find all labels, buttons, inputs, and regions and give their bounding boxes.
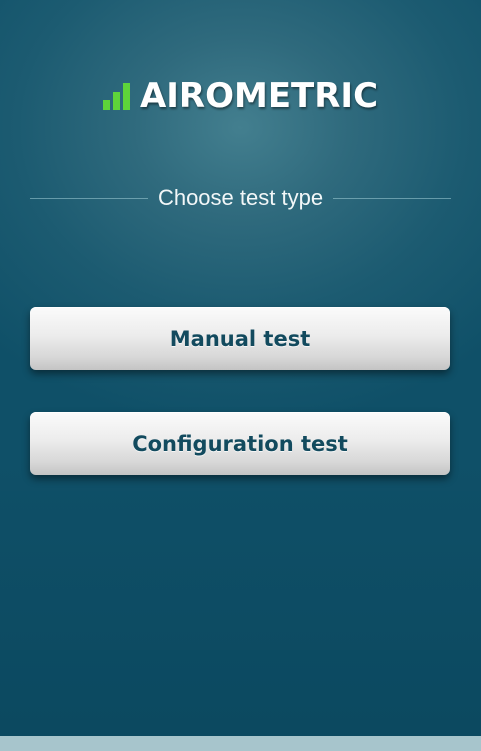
app-screen: AIROMETRIC Choose test type Manual test … [0,0,481,751]
divider-left [30,197,148,199]
divider-right [333,197,452,199]
manual-test-button[interactable]: Manual test [30,307,450,370]
section-title: Choose test type [157,185,324,210]
app-name: AIROMETRIC [139,76,379,116]
signal-bar-3 [122,83,130,110]
signal-bar-2 [112,92,120,110]
signal-bar-1 [102,100,110,110]
manual-test-label: Manual test [169,326,311,351]
signal-bars-icon [102,82,130,110]
section-heading: Choose test type [30,184,452,212]
app-header: AIROMETRIC [0,76,481,116]
configuration-test-button[interactable]: Configuration test [30,412,450,475]
bottom-bar [0,736,481,751]
configuration-test-label: Configuration test [132,431,348,456]
